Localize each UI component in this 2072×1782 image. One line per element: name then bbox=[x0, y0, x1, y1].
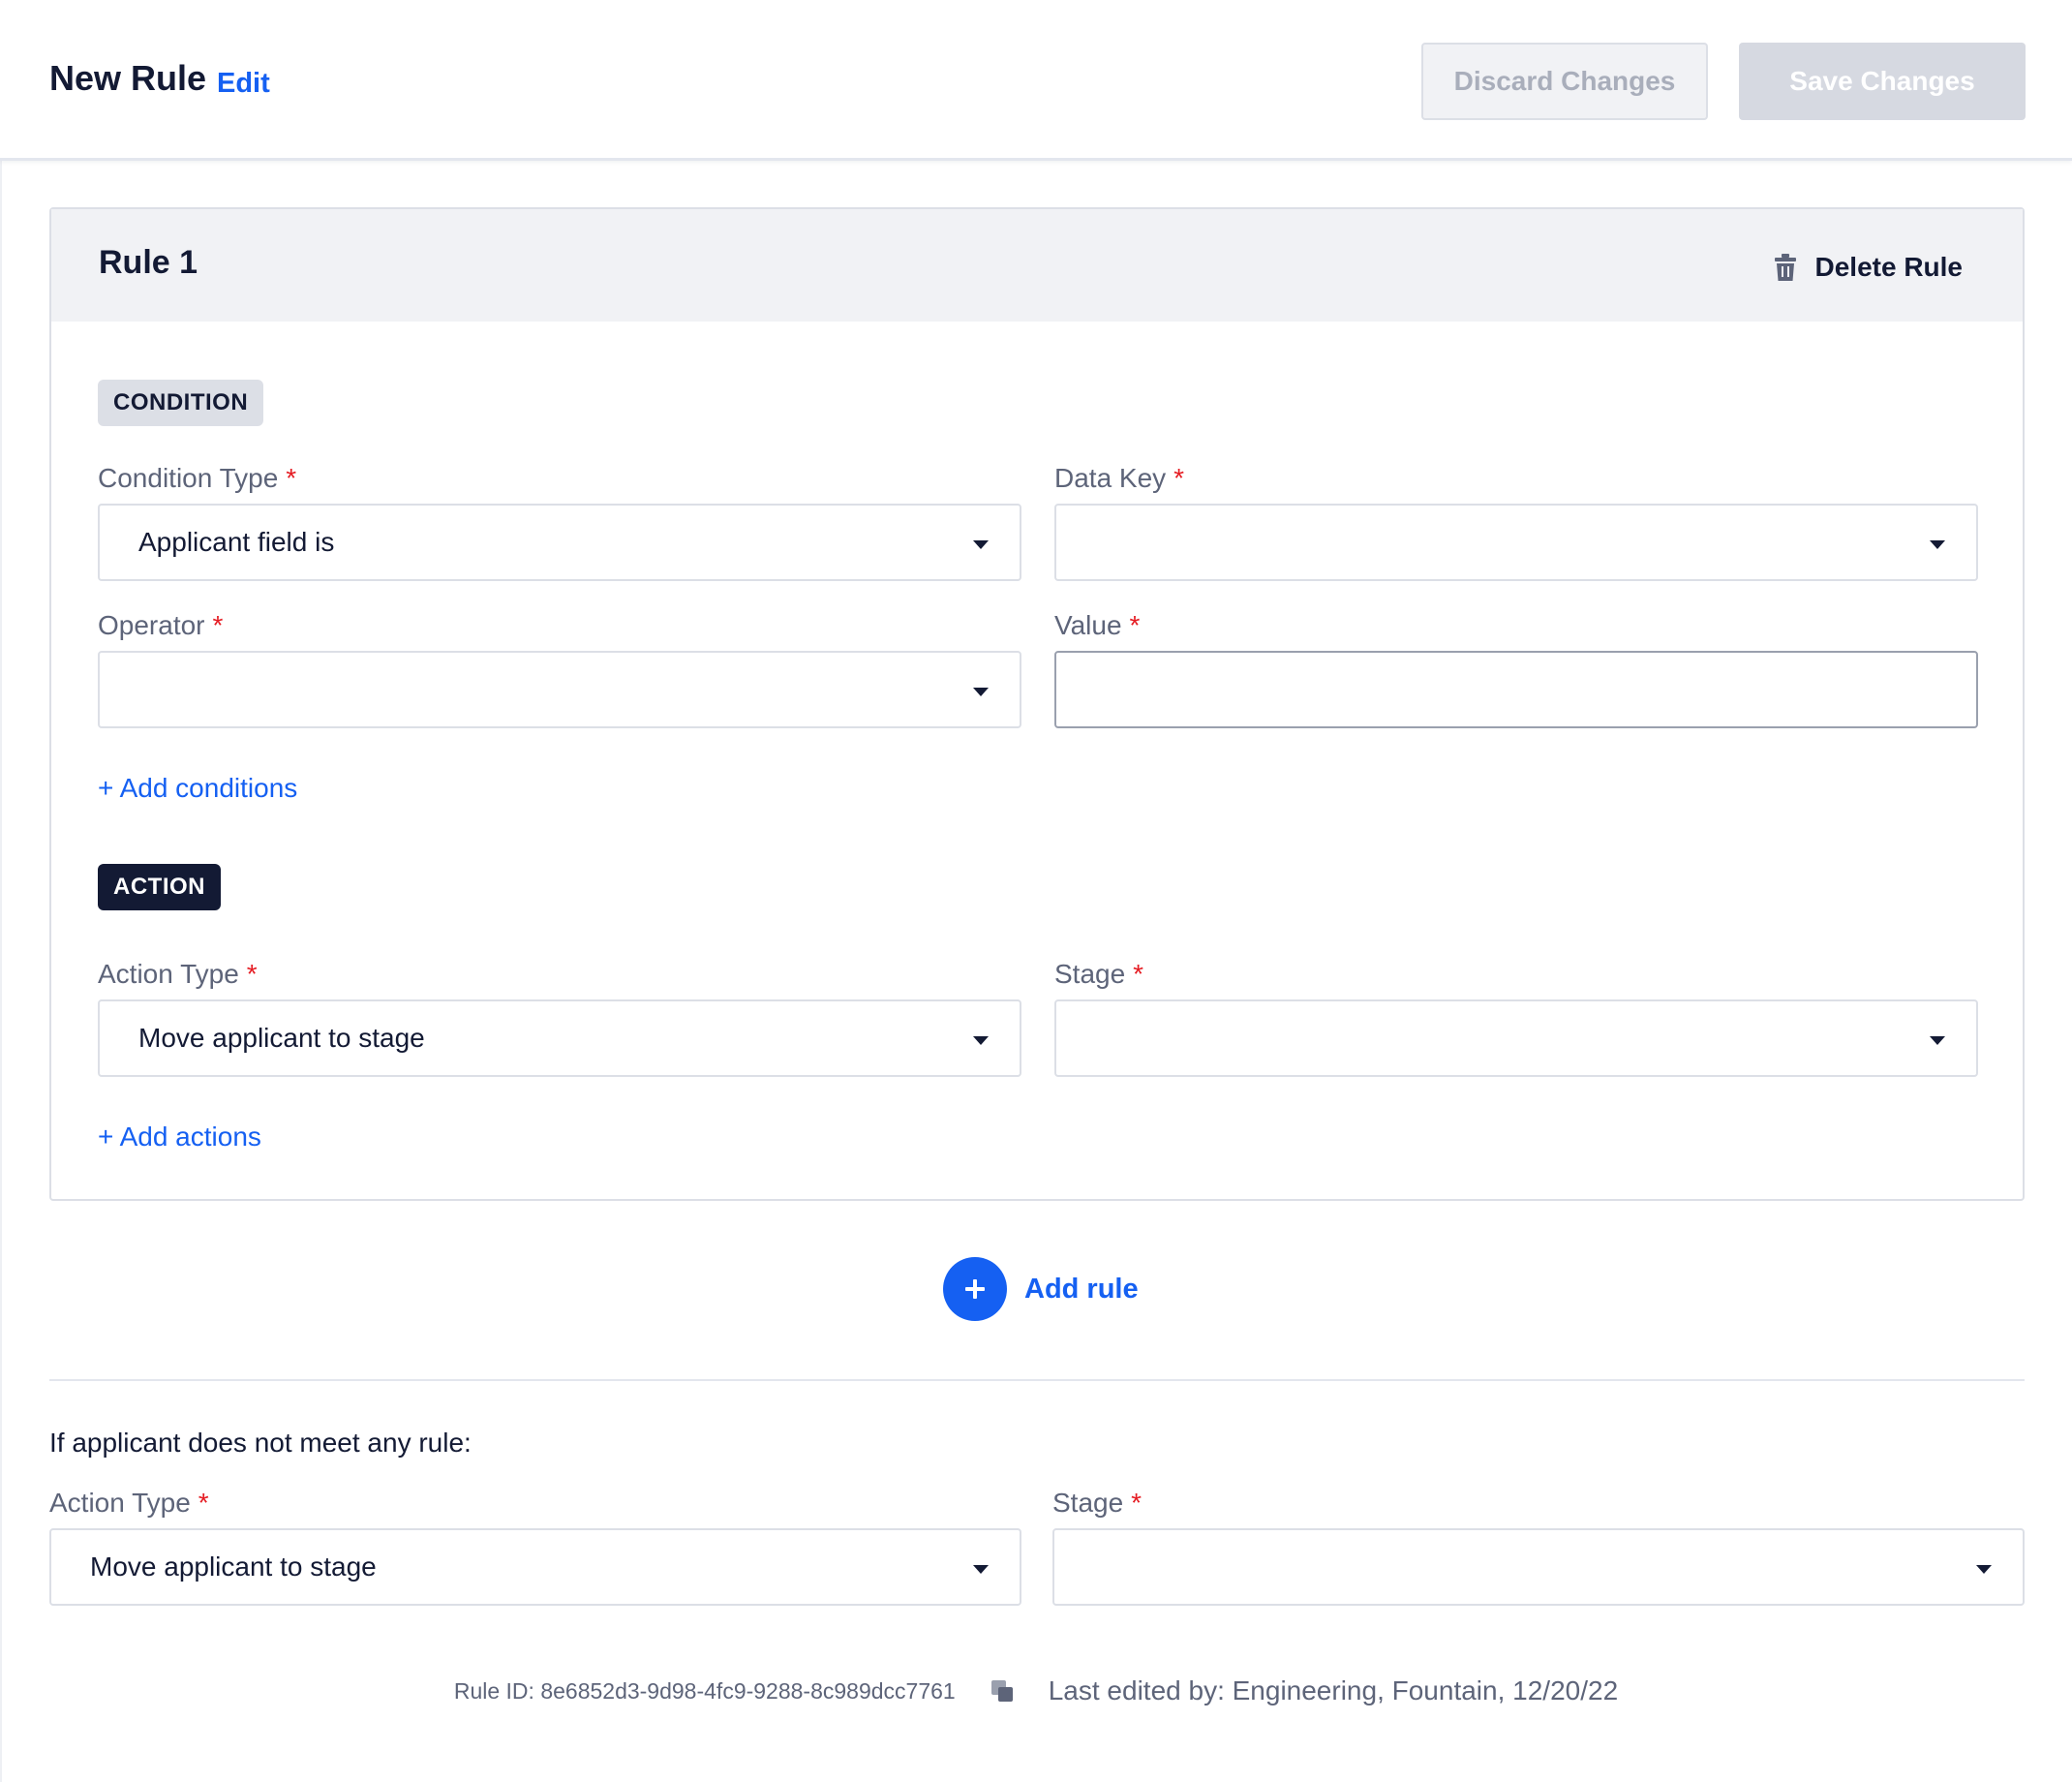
chevron-down-icon bbox=[973, 1036, 989, 1045]
fallback-heading: If applicant does not meet any rule: bbox=[49, 1428, 472, 1458]
value-label: Value * bbox=[1054, 610, 1141, 640]
value-input[interactable] bbox=[1054, 651, 1978, 728]
action-type-select[interactable]: Move applicant to stage bbox=[98, 999, 1021, 1077]
section-divider bbox=[49, 1379, 2025, 1381]
action-type-label: Action Type * bbox=[98, 959, 258, 989]
data-key-label: Data Key * bbox=[1054, 463, 1185, 493]
rule-card: Rule 1 Delete Rule CONDITION Condition T… bbox=[49, 207, 2025, 1201]
stage-label: Stage * bbox=[1054, 959, 1144, 989]
chevron-down-icon bbox=[1930, 540, 1945, 549]
page-left-border bbox=[0, 161, 2, 1782]
rule-footer: Rule ID: 8e6852d3-9d98-4fc9-9288-8c989dc… bbox=[0, 1672, 2072, 1710]
chevron-down-icon bbox=[1930, 1036, 1945, 1045]
add-conditions-link[interactable]: + Add conditions bbox=[98, 773, 297, 804]
discard-changes-button[interactable]: Discard Changes bbox=[1421, 43, 1708, 120]
stage-select[interactable] bbox=[1054, 999, 1978, 1077]
condition-type-label: Condition Type * bbox=[98, 463, 297, 493]
delete-rule-label: Delete Rule bbox=[1814, 252, 1964, 282]
copy-icon[interactable] bbox=[990, 1679, 1014, 1703]
add-actions-link[interactable]: + Add actions bbox=[98, 1121, 261, 1152]
condition-type-select[interactable]: Applicant field is bbox=[98, 504, 1021, 581]
chevron-down-icon bbox=[973, 540, 989, 549]
condition-type-value: Applicant field is bbox=[138, 527, 335, 557]
trash-icon bbox=[1774, 254, 1796, 281]
chevron-down-icon bbox=[973, 1565, 989, 1574]
page-title: New Rule bbox=[49, 58, 207, 98]
fallback-stage-select[interactable] bbox=[1052, 1528, 2025, 1606]
chevron-down-icon bbox=[1976, 1565, 1992, 1574]
action-badge: ACTION bbox=[98, 864, 221, 910]
delete-rule-button[interactable]: Delete Rule bbox=[1774, 248, 1964, 287]
last-edited-text: Last edited by: Engineering, Fountain, 1… bbox=[1048, 1675, 1619, 1705]
rule-card-header: Rule 1 Delete Rule bbox=[51, 209, 2023, 322]
condition-badge: CONDITION bbox=[98, 380, 264, 426]
header-bar: New Rule Edit Discard Changes Save Chang… bbox=[0, 0, 2072, 161]
plus-icon bbox=[943, 1257, 1007, 1321]
rule-title: Rule 1 bbox=[99, 244, 198, 281]
rule-id-text: Rule ID: 8e6852d3-9d98-4fc9-9288-8c989dc… bbox=[453, 1677, 956, 1704]
edit-title-link[interactable]: Edit bbox=[217, 68, 270, 100]
add-rule-button[interactable]: Add rule bbox=[943, 1257, 1139, 1321]
fallback-action-type-select[interactable]: Move applicant to stage bbox=[49, 1528, 1021, 1606]
fallback-stage-label: Stage * bbox=[1052, 1488, 1143, 1518]
add-rule-label: Add rule bbox=[1024, 1273, 1139, 1305]
chevron-down-icon bbox=[973, 688, 989, 696]
fallback-action-type-value: Move applicant to stage bbox=[90, 1552, 377, 1582]
operator-select[interactable] bbox=[98, 651, 1021, 728]
action-type-value: Move applicant to stage bbox=[138, 1023, 425, 1053]
data-key-select[interactable] bbox=[1054, 504, 1978, 581]
operator-label: Operator * bbox=[98, 610, 224, 640]
fallback-action-type-label: Action Type * bbox=[49, 1488, 209, 1518]
save-changes-button[interactable]: Save Changes bbox=[1739, 43, 2026, 120]
